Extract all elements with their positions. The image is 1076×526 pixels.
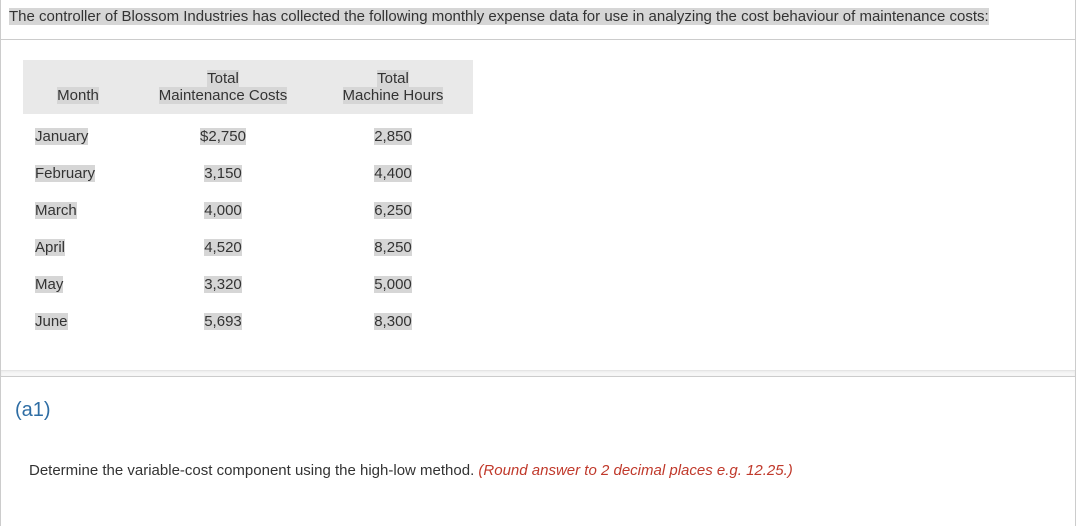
header-month-text: Month bbox=[57, 87, 99, 104]
cell-cost: 3,150 bbox=[133, 151, 313, 188]
problem-container: The controller of Blossom Industries has… bbox=[0, 0, 1076, 526]
cell-cost: 4,520 bbox=[133, 225, 313, 262]
cell-hours-text: 4,400 bbox=[374, 165, 412, 182]
rounding-note: (Round answer to 2 decimal places e.g. 1… bbox=[478, 462, 792, 479]
header-row: Month Total Maintenance Costs Total Mach… bbox=[23, 60, 473, 114]
cell-cost: 5,693 bbox=[133, 299, 313, 336]
part-label: (a1) bbox=[15, 399, 51, 421]
cell-hours-text: 8,250 bbox=[374, 239, 412, 256]
cell-hours: 2,850 bbox=[313, 114, 473, 151]
cell-cost-text: 5,693 bbox=[204, 313, 242, 330]
table-row: March 4,000 6,250 bbox=[23, 188, 473, 225]
table-row: May 3,320 5,000 bbox=[23, 262, 473, 299]
intro-line: The controller of Blossom Industries has… bbox=[9, 8, 989, 25]
cell-hours: 6,250 bbox=[313, 188, 473, 225]
table-row: April 4,520 8,250 bbox=[23, 225, 473, 262]
cell-month-text: January bbox=[35, 128, 88, 145]
cell-month: February bbox=[23, 151, 133, 188]
cell-hours-text: 8,300 bbox=[374, 313, 412, 330]
cell-hours: 4,400 bbox=[313, 151, 473, 188]
table-row: February 3,150 4,400 bbox=[23, 151, 473, 188]
cell-month: May bbox=[23, 262, 133, 299]
cell-month: April bbox=[23, 225, 133, 262]
cell-month: March bbox=[23, 188, 133, 225]
data-table-block: Month Total Maintenance Costs Total Mach… bbox=[1, 40, 1075, 376]
intro-text: The controller of Blossom Industries has… bbox=[1, 0, 1075, 40]
cell-month: June bbox=[23, 299, 133, 336]
cell-month-text: February bbox=[35, 165, 95, 182]
cell-hours-text: 2,850 bbox=[374, 128, 412, 145]
table-body: January $2,750 2,850 February 3,150 4,400 Marc… bbox=[23, 114, 473, 336]
cell-cost: $2,750 bbox=[133, 114, 313, 151]
cell-hours-text: 6,250 bbox=[374, 202, 412, 219]
cell-month-text: April bbox=[35, 239, 65, 256]
expense-table: Month Total Maintenance Costs Total Mach… bbox=[23, 60, 473, 336]
cell-month-text: June bbox=[35, 313, 68, 330]
cell-month: January bbox=[23, 114, 133, 151]
question-block: Determine the variable-cost component us… bbox=[1, 442, 1075, 499]
cell-hours: 5,000 bbox=[313, 262, 473, 299]
header-cost-l2: Maintenance Costs bbox=[159, 87, 287, 104]
cell-hours: 8,300 bbox=[313, 299, 473, 336]
cell-hours: 8,250 bbox=[313, 225, 473, 262]
table-row: June 5,693 8,300 bbox=[23, 299, 473, 336]
header-cost: Total Maintenance Costs bbox=[133, 60, 313, 114]
cell-month-text: May bbox=[35, 276, 63, 293]
section-divider bbox=[1, 370, 1075, 376]
cell-cost-text: 4,520 bbox=[204, 239, 242, 256]
cell-cost-text: 3,150 bbox=[204, 165, 242, 182]
cell-cost: 4,000 bbox=[133, 188, 313, 225]
cell-cost-text: 4,000 bbox=[204, 202, 242, 219]
header-cost-l1: Total bbox=[207, 70, 239, 87]
cell-cost-text: 3,320 bbox=[204, 276, 242, 293]
header-hours-l1: Total bbox=[377, 70, 409, 87]
header-hours: Total Machine Hours bbox=[313, 60, 473, 114]
cell-cost: 3,320 bbox=[133, 262, 313, 299]
part-block: (a1) bbox=[1, 376, 1075, 442]
cell-month-text: March bbox=[35, 202, 77, 219]
table-row: January $2,750 2,850 bbox=[23, 114, 473, 151]
cell-hours-text: 5,000 bbox=[374, 276, 412, 293]
header-hours-l2: Machine Hours bbox=[343, 87, 444, 104]
header-month: Month bbox=[23, 60, 133, 114]
question-text: Determine the variable-cost component us… bbox=[29, 462, 478, 479]
cell-cost-text: $2,750 bbox=[200, 128, 246, 145]
